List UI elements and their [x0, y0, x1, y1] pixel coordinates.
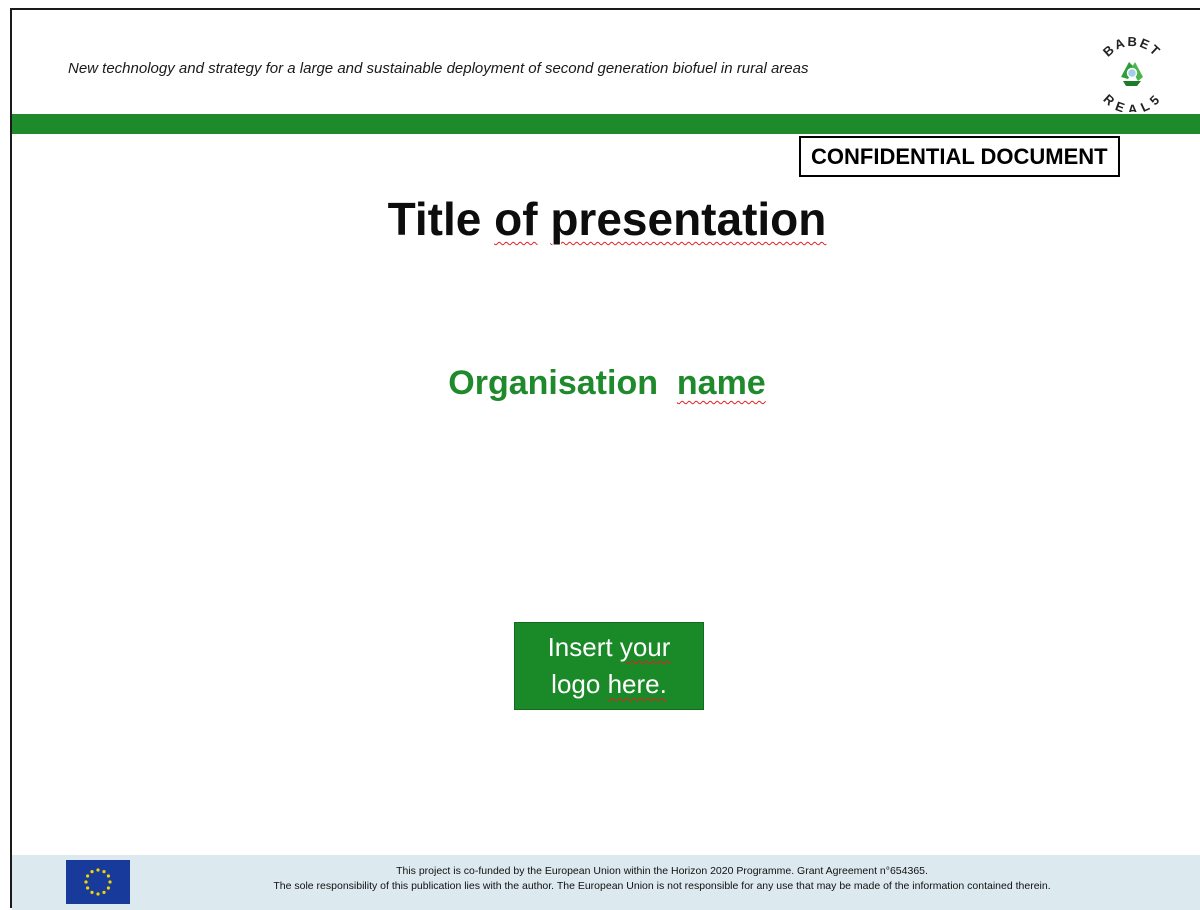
org-word: Organisation: [448, 364, 658, 402]
logo-placeholder-line1: Insert your: [515, 629, 703, 666]
project-tagline: New technology and strategy for a large …: [68, 60, 809, 77]
logo-placeholder-box[interactable]: Insert your logo here.: [514, 622, 704, 710]
logo-top-text: BABET: [1100, 34, 1162, 60]
logo-placeholder-line2: logo here.: [515, 666, 703, 703]
slide: New technology and strategy for a large …: [10, 8, 1200, 910]
recycle-leaf-icon: BABET REAL5: [1100, 34, 1164, 117]
title-word: presentation: [550, 193, 827, 245]
header-divider-bar: [12, 114, 1200, 134]
organisation-name[interactable]: Organisation name: [12, 364, 1200, 403]
svg-text:BABET: BABET: [1100, 34, 1164, 60]
placeholder-word: Insert: [547, 632, 613, 662]
footer-line-2: The sole responsibility of this publicat…: [273, 880, 1051, 892]
title-word: of: [494, 193, 538, 245]
footer-disclaimer: This project is co-funded by the Europea…: [132, 864, 1192, 894]
eu-flag-icon: [66, 860, 130, 904]
title-word: Title: [387, 193, 482, 245]
org-word: name: [676, 364, 766, 402]
svg-text:REAL5: REAL5: [1100, 91, 1163, 112]
babet-real5-logo: BABET REAL5: [1092, 32, 1172, 117]
placeholder-word: logo: [551, 669, 601, 699]
logo-bottom-text: REAL5: [1100, 91, 1161, 117]
placeholder-word: here.: [607, 669, 667, 699]
page-title[interactable]: Title of presentation: [12, 192, 1200, 246]
footer: This project is co-funded by the Europea…: [12, 855, 1200, 910]
placeholder-word: your: [619, 632, 671, 662]
footer-line-1: This project is co-funded by the Europea…: [396, 865, 928, 877]
confidential-badge: CONFIDENTIAL DOCUMENT: [799, 136, 1120, 177]
